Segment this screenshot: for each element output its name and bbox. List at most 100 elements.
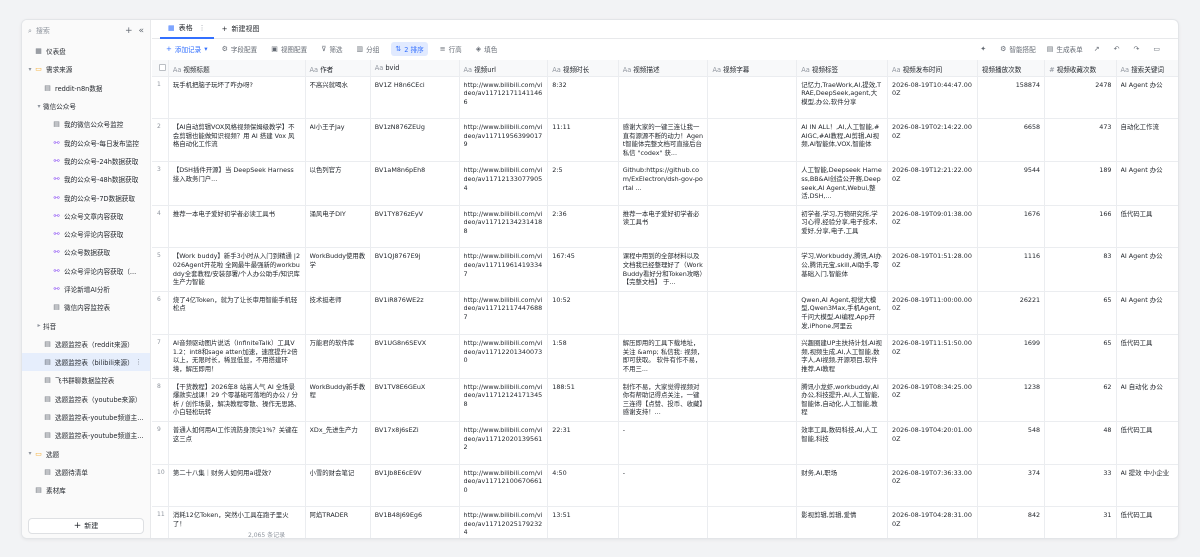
sidebar-item[interactable]: ⚯ 公众号评论内容获取: [22, 225, 150, 243]
cell-url[interactable]: http://www.bilibili.com/video/av11712025…: [459, 506, 549, 538]
cell-url[interactable]: http://www.bilibili.com/video/av11711961…: [459, 247, 549, 292]
cell-keyword[interactable]: AI Agent 办公: [1116, 76, 1178, 120]
sidebar-item[interactable]: ▤ 飞书群聊数据监控表: [22, 371, 150, 389]
sidebar-item[interactable]: ⚯ 公众号数据获取: [22, 243, 150, 261]
cell-bvid[interactable]: BV1iR876WE2z: [370, 291, 460, 336]
cell-bvid[interactable]: BV1TV8E6GEuX: [370, 378, 460, 422]
cell-author[interactable]: 小雪的财会笔记: [305, 464, 371, 508]
tab-new-view[interactable]: + 新建视图: [214, 20, 268, 39]
cell-views[interactable]: 1699: [977, 334, 1046, 379]
column-header-pubtime[interactable]: Aa 视频发布时间: [887, 60, 978, 77]
sidebar-item[interactable]: ▸ 抖音: [22, 316, 150, 334]
cell-subtitle[interactable]: [707, 118, 798, 163]
cell-favs[interactable]: 62: [1044, 378, 1117, 422]
select-all-checkbox[interactable]: [159, 64, 166, 71]
sidebar-item[interactable]: ⚯ 我的公众号-24h数据获取: [22, 152, 150, 170]
column-header-duration[interactable]: Aa 视频时长: [547, 60, 619, 77]
cell-duration[interactable]: 22:31: [547, 421, 619, 465]
sidebar-item[interactable]: ▤ reddit-n8n数据: [22, 79, 150, 97]
sidebar-item[interactable]: ▤ 选题监控表（reddit来源）: [22, 335, 150, 353]
cell-favs[interactable]: 65: [1044, 334, 1117, 379]
sidebar-item[interactable]: ▤ 选题监控表-youtube频道主...: [22, 408, 150, 426]
cell-pubtime[interactable]: 2026-08-19T12:21:22.000Z: [887, 161, 978, 206]
cell-title[interactable]: 【Work buddy】新手3小时从入门到精通 |2026Agent开花啦 全网…: [168, 247, 306, 292]
filter-button[interactable]: ⊽ 筛选: [319, 42, 344, 56]
cell-keyword[interactable]: AI Agent 办公: [1116, 291, 1178, 336]
cell-title[interactable]: 第二十八集｜财务人如何用ai提效?: [168, 464, 306, 508]
cell-bvid[interactable]: BV1zN876ZEUg: [370, 118, 460, 163]
cell-title[interactable]: 【DSH插件开源】当 DeepSeek Harness 接入政务门户...: [168, 161, 306, 206]
cell-title[interactable]: 推荐一本电子爱好初学者必读工具书: [168, 205, 306, 249]
table-row[interactable]: 2 【AI自动剪辑VOX风格视频保姆级教学】不会剪辑也能做知识视频？用 AI 搭建…: [152, 118, 1178, 163]
cell-favs[interactable]: 48: [1044, 421, 1117, 465]
sidebar-item[interactable]: ▤ 我的微信公众号监控: [22, 115, 150, 133]
cell-pubtime[interactable]: 2026-08-19T10:44:47.000Z: [887, 76, 978, 120]
sidebar-item[interactable]: ▤小红书创作: [22, 499, 150, 502]
cell-desc[interactable]: 解压即用的工具下载地址，关注 &amp; 私信我: 视频，即可获取。 软件有作不…: [618, 334, 709, 379]
cell-pubtime[interactable]: 2026-08-19T08:34:25.000Z: [887, 378, 978, 422]
cell-desc[interactable]: [618, 76, 709, 120]
sidebar-item[interactable]: ▤ 选题监控表-youtube频道主...: [22, 426, 150, 444]
cell-desc[interactable]: [618, 506, 709, 538]
sidebar-item[interactable]: ▤ 选题监控表（youtube来源）: [22, 390, 150, 408]
cell-url[interactable]: http://www.bilibili.com/video/av11712117…: [459, 291, 549, 336]
chevron-icon[interactable]: ▾: [26, 66, 34, 73]
plus-button[interactable]: + 添加记录 ▾: [164, 42, 210, 56]
cell-favs[interactable]: 473: [1044, 118, 1117, 163]
table-row[interactable]: 8 【干货教程】2026年8 站高人气 AI 全场景爆款实战课！29 个零基础可落…: [152, 378, 1178, 422]
sort-button[interactable]: ⇅ 2 排序: [391, 42, 428, 56]
cell-author[interactable]: 阿焰TRADER: [305, 506, 371, 538]
cell-subtitle[interactable]: [707, 421, 798, 465]
sidebar-item[interactable]: ▤ 素材库: [22, 481, 150, 499]
cell-pubtime[interactable]: 2026-08-19T11:51:50.000Z: [887, 334, 978, 379]
sidebar-item[interactable]: ▤ 微信内容监控表: [22, 298, 150, 316]
view-button[interactable]: ▣ 视图配置: [269, 42, 309, 56]
cell-url[interactable]: http://www.bilibili.com/video/av11711956…: [459, 118, 549, 163]
cell-title[interactable]: AI音频驱动图片说话（InfiniteTalk）工具V1.2：int8和sage…: [168, 334, 306, 379]
cell-author[interactable]: 万能君的软件库: [305, 334, 371, 379]
sparkle-button[interactable]: ✦: [978, 42, 991, 56]
cell-desc[interactable]: 课程中用到的全部材料以及文档我已经整理好了（WorkBuddy看好分和Token…: [618, 247, 709, 292]
cell-title[interactable]: 玩手机把脑子玩坏了咋办呀?: [168, 76, 306, 120]
cell-views[interactable]: 26221: [977, 291, 1046, 336]
cell-author[interactable]: 不高兴就喝水: [305, 76, 371, 120]
cell-author[interactable]: WorkBuddy使用教学: [305, 247, 371, 292]
cell-pubtime[interactable]: 2026-08-19T02:14:22.000Z: [887, 118, 978, 163]
cell-bvid[interactable]: BV1QJ8767E9j: [370, 247, 460, 292]
select-all-header[interactable]: [152, 60, 169, 77]
paint-button[interactable]: ◈ 填色: [474, 42, 500, 56]
sidebar-search[interactable]: ⌕ 搜索 + «: [22, 20, 150, 42]
cell-author[interactable]: 技术挺老师: [305, 291, 371, 336]
cell-duration[interactable]: 2:36: [547, 205, 619, 249]
cell-keyword[interactable]: 低代码工具: [1116, 506, 1178, 538]
cell-desc[interactable]: 感谢大家的一键三连让我一直有源源不断的动力！Agent智能体完整文档可直接后台私…: [618, 118, 709, 163]
table-row[interactable]: 5 【Work buddy】新手3小时从入门到精通 |2026Agent开花啦 全…: [152, 247, 1178, 292]
cell-bvid[interactable]: BV17x8j6sEZi: [370, 421, 460, 465]
form-button[interactable]: ▤ 生成表单: [1045, 42, 1085, 56]
cell-pubtime[interactable]: 2026-08-19T07:36:33.000Z: [887, 464, 978, 508]
cell-duration[interactable]: 2:5: [547, 161, 619, 206]
cell-author[interactable]: AI小王子Jay: [305, 118, 371, 163]
column-header-title[interactable]: Aa 视频标题: [168, 60, 306, 77]
cell-keyword[interactable]: AI 提效 中小企业: [1116, 464, 1178, 508]
column-header-url[interactable]: Aa 视频url: [459, 60, 549, 77]
cell-pubtime[interactable]: 2026-08-19T04:20:01.000Z: [887, 421, 978, 465]
cell-views[interactable]: 374: [977, 464, 1046, 508]
cell-views[interactable]: 9544: [977, 161, 1046, 206]
cell-url[interactable]: http://www.bilibili.com/video/av11712124…: [459, 378, 549, 422]
cell-title[interactable]: 【AI自动剪辑VOX风格视频保姆级教学】不会剪辑也能做知识视频？用 AI 搭建 …: [168, 118, 306, 163]
cell-views[interactable]: 842: [977, 506, 1046, 538]
cell-tags[interactable]: 效率工具,数码科技,AI,人工智能,科技: [796, 421, 888, 465]
table-row[interactable]: 1 玩手机把脑子玩坏了咋办呀? 不高兴就喝水 BV1Z H8n6CEci http://…: [152, 76, 1178, 120]
column-header-bvid[interactable]: Aa bvid: [370, 60, 460, 77]
cell-duration[interactable]: 13:51: [547, 506, 619, 538]
column-header-tags[interactable]: Aa 视频标签: [796, 60, 888, 77]
cell-desc[interactable]: Github:https://github.com/ExElectron/dsh…: [618, 161, 709, 206]
cell-views[interactable]: 1116: [977, 247, 1046, 292]
cell-tags[interactable]: 影视剪辑,剪辑,爱情: [796, 506, 888, 538]
cell-subtitle[interactable]: [707, 76, 798, 120]
smart-button[interactable]: ⚙ 智能搭配: [998, 42, 1038, 56]
cell-author[interactable]: 以色列官方: [305, 161, 371, 206]
cell-bvid[interactable]: BV1B48j69Eg6: [370, 506, 460, 538]
cell-title[interactable]: 烧了4亿Token，就为了让长审用智能手机轻松点: [168, 291, 306, 336]
